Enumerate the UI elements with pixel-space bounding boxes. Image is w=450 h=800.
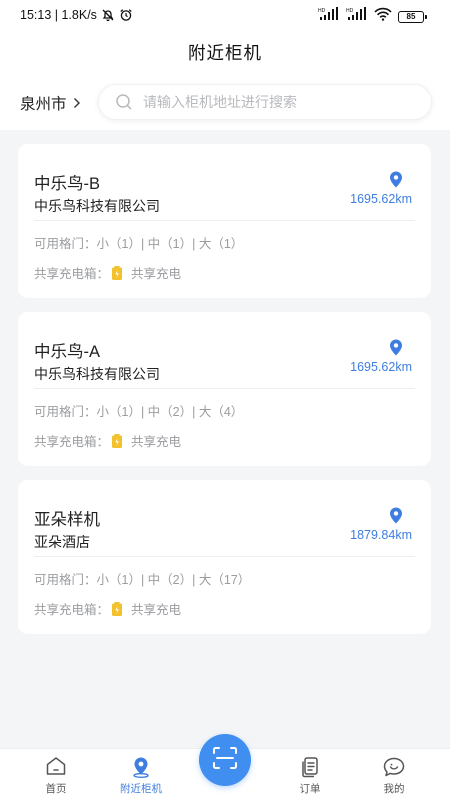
tab-orders[interactable]: 订单 (270, 749, 350, 796)
chevron-right-icon (73, 97, 81, 109)
tab-nearby[interactable]: 附近柜机 (101, 749, 181, 796)
battery-indicator: 85 (398, 10, 427, 23)
location-pin-icon[interactable] (389, 339, 403, 356)
card-divider (34, 556, 415, 557)
search-icon (115, 93, 133, 111)
mute-bell-icon (101, 8, 115, 22)
signal-icon-2: HD (346, 7, 368, 26)
status-right: HD HD 85 (318, 7, 427, 26)
cabinet-doors: 可用格门：小（1）| 中（2）| 大（4） (34, 405, 244, 419)
tab-home-label: 首页 (45, 783, 67, 795)
cabinet-share: 共享充电箱： 共享充电 (34, 431, 181, 450)
signal-icon-1: HD (318, 7, 340, 26)
cabinet-doors: 可用格门：小（1）| 中（2）| 大（17） (34, 573, 251, 587)
cabinet-company: 中乐鸟科技有限公司 (34, 198, 160, 214)
alarm-clock-icon (119, 8, 133, 22)
cabinet-company: 亚朵酒店 (34, 534, 90, 550)
svg-text:HD: HD (346, 8, 354, 14)
battery-icon (111, 433, 123, 448)
page-title: 附近柜机 (188, 43, 262, 63)
chat-face-icon (354, 756, 434, 778)
cabinet-doors: 可用格门：小（1）| 中（1）| 大（1） (34, 237, 244, 251)
cabinet-distance: 1695.62km (350, 360, 412, 374)
cabinet-company: 中乐鸟科技有限公司 (34, 366, 160, 382)
tab-home[interactable]: 首页 (16, 749, 96, 796)
svg-text:HD: HD (318, 8, 326, 14)
cabinet-name: 亚朵样机 (34, 511, 100, 529)
card-divider (34, 388, 415, 389)
search-input[interactable] (143, 94, 393, 110)
status-left: 15:13 | 1.8K/s (20, 8, 133, 22)
tab-nearby-label: 附近柜机 (120, 783, 162, 795)
cabinet-card[interactable]: 亚朵样机 亚朵酒店 1879.84km 可用格门：小（1）| 中（2）| 大（1… (18, 480, 431, 634)
share-label: 共享充电箱： (34, 435, 110, 449)
share-value: 共享充电 (131, 267, 182, 281)
location-pin-icon[interactable] (389, 507, 403, 524)
share-label: 共享充电箱： (34, 267, 110, 281)
city-label: 泉州市 (20, 96, 67, 113)
cabinet-share: 共享充电箱： 共享充电 (34, 599, 181, 618)
share-label: 共享充电箱： (34, 603, 110, 617)
battery-icon (111, 601, 123, 616)
share-value: 共享充电 (131, 435, 182, 449)
status-bar: 15:13 | 1.8K/s HD HD 85 (0, 0, 450, 32)
card-divider (34, 220, 415, 221)
tab-mine[interactable]: 我的 (354, 749, 434, 796)
cabinet-name: 中乐鸟-A (34, 343, 100, 361)
cabinet-card[interactable]: 中乐鸟-A 中乐鸟科技有限公司 1695.62km 可用格门：小（1）| 中（2… (18, 312, 431, 466)
orders-icon (270, 756, 350, 778)
location-pin-icon (101, 756, 181, 778)
wifi-icon (374, 7, 392, 26)
search-bar[interactable] (98, 84, 432, 120)
tab-mine-label: 我的 (383, 783, 405, 795)
home-icon (16, 756, 96, 778)
battery-icon (111, 265, 123, 280)
status-time-speed: 15:13 | 1.8K/s (20, 8, 97, 22)
scan-icon (212, 746, 238, 775)
tab-orders-label: 订单 (299, 783, 321, 795)
scan-button[interactable] (199, 734, 251, 786)
cabinet-name: 中乐鸟-B (34, 175, 100, 193)
cabinet-list: 中乐鸟-B 中乐鸟科技有限公司 1695.62km 可用格门：小（1）| 中（1… (18, 144, 431, 648)
cabinet-card[interactable]: 中乐鸟-B 中乐鸟科技有限公司 1695.62km 可用格门：小（1）| 中（1… (18, 144, 431, 298)
location-pin-icon[interactable] (389, 171, 403, 188)
cabinet-distance: 1879.84km (350, 528, 412, 542)
share-value: 共享充电 (131, 603, 182, 617)
cabinet-distance: 1695.62km (350, 192, 412, 206)
cabinet-share: 共享充电箱： 共享充电 (34, 263, 181, 282)
city-selector[interactable]: 泉州市 (20, 92, 81, 114)
